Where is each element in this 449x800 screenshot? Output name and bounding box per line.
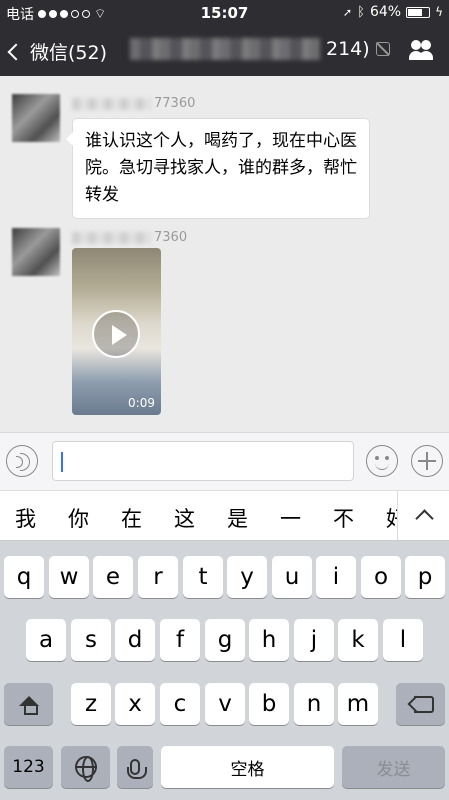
- play-icon[interactable]: [92, 310, 140, 358]
- candidate-word[interactable]: 你: [68, 503, 121, 533]
- candidate-word[interactable]: 不: [333, 503, 386, 533]
- back-button[interactable]: 微信(52): [7, 38, 108, 65]
- candidate-word[interactable]: 我: [15, 503, 68, 533]
- video-duration: 0:09: [128, 396, 155, 410]
- battery-percent: 64%: [369, 4, 402, 20]
- key-v[interactable]: v: [205, 683, 245, 725]
- emoji-icon[interactable]: [366, 445, 398, 477]
- key-p[interactable]: p: [405, 556, 445, 598]
- mute-icon: [375, 42, 390, 56]
- group-info-icon[interactable]: [409, 40, 435, 62]
- candidate-bar: 我 你 在 这 是 一 不 好: [0, 490, 449, 541]
- space-key[interactable]: 空格: [161, 746, 334, 788]
- globe-key[interactable]: [61, 746, 110, 788]
- candidate-list: 我 你 在 这 是 一 不 好: [15, 503, 439, 533]
- avatar[interactable]: [12, 94, 60, 142]
- candidate-word[interactable]: 这: [174, 503, 227, 533]
- sender-suffix: 7360: [154, 230, 188, 245]
- message-bubble[interactable]: 谁认识这个人，喝药了，现在中心医院。急切寻找家人，谁的群多，帮忙转发: [66, 118, 370, 219]
- key-a[interactable]: a: [26, 619, 66, 661]
- key-r[interactable]: r: [138, 556, 178, 598]
- key-m[interactable]: m: [338, 683, 378, 725]
- key-z[interactable]: z: [71, 683, 111, 725]
- key-i[interactable]: i: [316, 556, 356, 598]
- key-u[interactable]: u: [272, 556, 312, 598]
- key-w[interactable]: w: [49, 556, 89, 598]
- input-bar: [0, 432, 449, 490]
- chat-title: 214): [130, 38, 390, 60]
- backspace-icon: [407, 695, 434, 713]
- chevron-left-icon: [7, 43, 25, 60]
- chevron-up-icon[interactable]: [397, 491, 449, 540]
- key-k[interactable]: k: [338, 619, 378, 661]
- key-h[interactable]: h: [249, 619, 289, 661]
- status-right: ➚ ᛒ 64% ϟ: [343, 4, 443, 20]
- redacted-title: [130, 38, 320, 60]
- title-suffix: 214): [326, 38, 370, 60]
- chat-area: 77360 谁认识这个人，喝药了，现在中心医院。急切寻找家人，谁的群多，帮忙转发…: [0, 76, 449, 432]
- key-x[interactable]: x: [115, 683, 155, 725]
- delete-key[interactable]: [396, 683, 445, 725]
- back-label: 微信(52): [30, 42, 108, 64]
- video-message[interactable]: 0:09: [72, 248, 161, 415]
- key-e[interactable]: e: [93, 556, 133, 598]
- text-cursor: [61, 452, 63, 472]
- key-y[interactable]: y: [227, 556, 267, 598]
- candidate-word[interactable]: 一: [280, 503, 333, 533]
- numbers-key[interactable]: 123: [4, 746, 53, 788]
- key-d[interactable]: d: [115, 619, 155, 661]
- key-b[interactable]: b: [249, 683, 289, 725]
- key-g[interactable]: g: [205, 619, 245, 661]
- battery-icon: [406, 6, 431, 18]
- redacted-sender: [72, 97, 152, 110]
- shift-icon: [18, 696, 39, 715]
- globe-icon: [74, 756, 97, 782]
- key-t[interactable]: t: [183, 556, 223, 598]
- sender-name: 77360: [72, 96, 195, 111]
- nav-bar: 微信(52) 214): [0, 26, 449, 76]
- dictation-key[interactable]: [117, 746, 153, 788]
- sender-name: 7360: [72, 230, 187, 245]
- key-q[interactable]: q: [4, 556, 44, 598]
- bluetooth-icon: ᛒ: [357, 4, 365, 20]
- location-icon: ➚: [342, 5, 353, 19]
- candidate-word[interactable]: 在: [121, 503, 174, 533]
- key-s[interactable]: s: [71, 619, 111, 661]
- status-bar: 电话 ⌔ 15:07 ➚ ᛒ 64% ϟ: [0, 0, 449, 26]
- keyboard: q w e r t y u i o p a s d f g h j k l z …: [0, 541, 449, 800]
- key-l[interactable]: l: [383, 619, 423, 661]
- candidate-word[interactable]: 是: [227, 503, 280, 533]
- send-key[interactable]: 发送: [342, 746, 445, 788]
- sender-suffix: 77360: [154, 96, 196, 111]
- avatar[interactable]: [12, 228, 60, 276]
- plus-icon[interactable]: [411, 445, 443, 477]
- redacted-sender: [72, 231, 152, 244]
- key-o[interactable]: o: [361, 556, 401, 598]
- charging-icon: ϟ: [435, 5, 443, 19]
- microphone-icon: [127, 759, 147, 779]
- key-j[interactable]: j: [294, 619, 334, 661]
- shift-key[interactable]: [4, 683, 53, 725]
- key-f[interactable]: f: [160, 619, 200, 661]
- message-input[interactable]: [52, 441, 354, 481]
- key-c[interactable]: c: [160, 683, 200, 725]
- voice-input-icon[interactable]: [6, 445, 38, 477]
- key-n[interactable]: n: [294, 683, 334, 725]
